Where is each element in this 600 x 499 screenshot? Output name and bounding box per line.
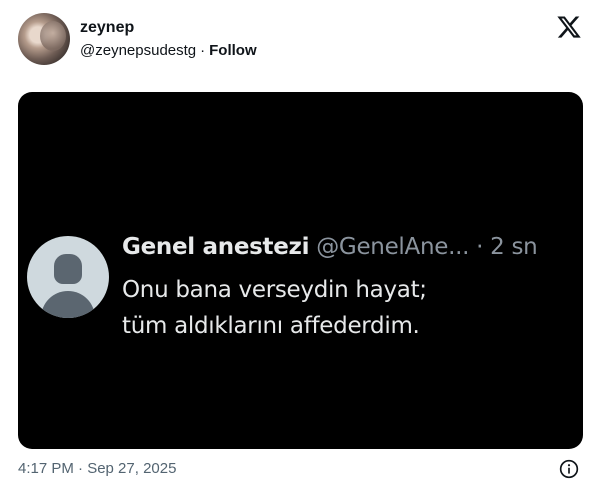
tweet-media-image[interactable]: Genel anestezi @GenelAne... · 2 sn Onu b…	[18, 92, 583, 449]
x-logo-icon[interactable]	[556, 14, 582, 40]
author-display-name[interactable]: zeynep	[80, 19, 134, 37]
embedded-default-avatar	[27, 236, 109, 318]
author-handle-row: @zeynepsudestg · Follow	[80, 42, 257, 59]
author-handle[interactable]: @zeynepsudestg	[80, 42, 196, 59]
author-avatar[interactable]	[18, 13, 70, 65]
embedded-tweet-text: Onu bana verseydin hayat; tüm aldıkların…	[122, 272, 552, 344]
embedded-name: Genel anestezi	[122, 234, 310, 260]
embedded-text-line-1: Onu bana verseydin hayat;	[122, 277, 427, 303]
avatar-body-shape	[41, 291, 95, 318]
embedded-text-line-2: tüm aldıklarını affederdim.	[122, 313, 420, 339]
embedded-handle-time: @GenelAne... · 2 sn	[316, 234, 538, 260]
follow-button[interactable]: Follow	[209, 42, 257, 59]
info-icon[interactable]	[559, 459, 579, 479]
embedded-header: Genel anestezi @GenelAne... · 2 sn	[122, 234, 538, 260]
avatar-head-shape	[54, 254, 82, 284]
tweet-timestamp[interactable]: 4:17 PM · Sep 27, 2025	[18, 460, 176, 477]
separator-dot: ·	[200, 42, 206, 59]
tweet-header: zeynep @zeynepsudestg · Follow	[0, 0, 600, 80]
